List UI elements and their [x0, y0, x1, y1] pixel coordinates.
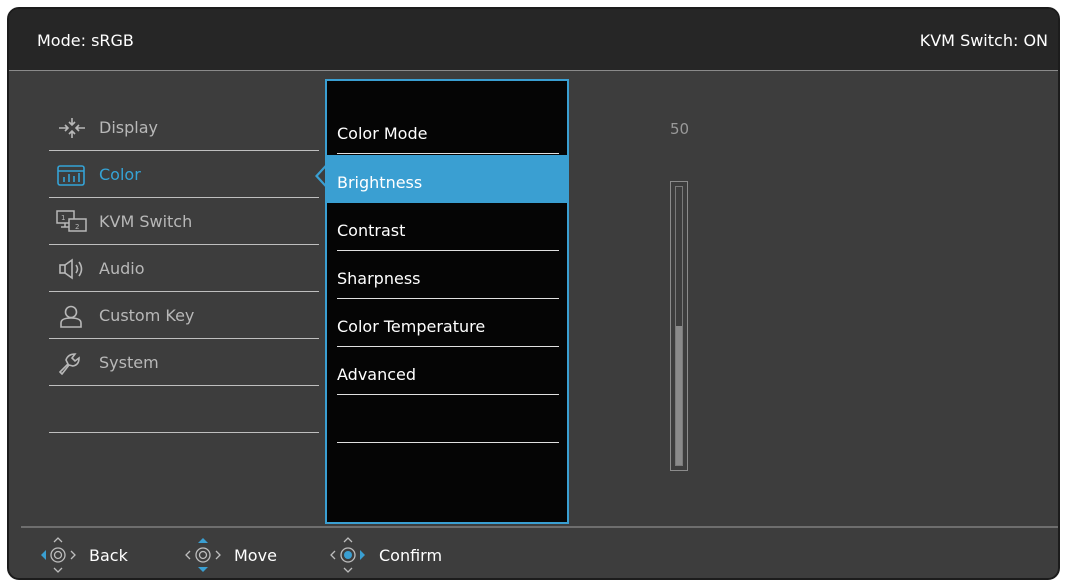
- brightness-value: 50: [670, 120, 690, 138]
- submenu-item-empty: [337, 395, 559, 443]
- submenu-item-color-mode[interactable]: Color Mode: [337, 106, 559, 154]
- confirm-label: Confirm: [379, 546, 443, 565]
- menu-item-display[interactable]: Display: [49, 104, 319, 151]
- system-icon: [55, 351, 89, 376]
- joystick-right-icon: [323, 531, 373, 578]
- menu-item-custom-key[interactable]: Custom Key: [49, 292, 319, 339]
- joystick-left-icon: [33, 531, 83, 578]
- menu-item-label: KVM Switch: [99, 212, 193, 231]
- menu-item-label: Color: [99, 165, 141, 184]
- menu-item-audio[interactable]: Audio: [49, 245, 319, 292]
- menu-item-system[interactable]: System: [49, 339, 319, 386]
- submenu-item-label: Color Mode: [337, 124, 428, 143]
- audio-icon: [55, 257, 89, 281]
- color-mode-indicator: Mode: sRGB: [37, 31, 134, 50]
- move-label: Move: [234, 546, 277, 565]
- color-icon: [55, 163, 89, 187]
- submenu-item-contrast[interactable]: Contrast: [337, 203, 559, 251]
- joystick-up-down-icon: [178, 531, 228, 578]
- back-label: Back: [89, 546, 128, 565]
- color-submenu: Color Mode Brightness Contrast Sharpness…: [325, 79, 569, 524]
- menu-item-label: Custom Key: [99, 306, 195, 325]
- submenu-item-label: Advanced: [337, 365, 417, 384]
- kvm-switch-status: KVM Switch: ON: [919, 31, 1048, 50]
- submenu-item-brightness[interactable]: Brightness: [325, 155, 569, 203]
- navigation-hints: Back Move Confirm: [9, 531, 1058, 578]
- kvm-switch-icon: 1 2: [55, 210, 89, 234]
- display-icon: [55, 116, 89, 140]
- slider-fill: [676, 326, 682, 465]
- custom-key-icon: [55, 304, 89, 328]
- menu-item-color[interactable]: Color: [49, 151, 319, 198]
- menu-item-label: Display: [99, 118, 158, 137]
- slider-track: [675, 186, 683, 466]
- svg-text:2: 2: [75, 223, 79, 231]
- menu-item-label: System: [99, 353, 159, 372]
- submenu-item-color-temperature[interactable]: Color Temperature: [337, 299, 559, 347]
- menu-item-label: Audio: [99, 259, 145, 278]
- footer-divider: [21, 526, 1058, 528]
- submenu-item-label: Color Temperature: [337, 317, 486, 336]
- submenu-item-advanced[interactable]: Advanced: [337, 347, 559, 395]
- menu-item-kvm-switch[interactable]: 1 2 KVM Switch: [49, 198, 319, 245]
- svg-text:1: 1: [61, 214, 65, 222]
- submenu-item-label: Sharpness: [337, 269, 421, 288]
- menu-item-empty: [49, 386, 319, 433]
- submenu-item-label: Brightness: [337, 173, 423, 192]
- submenu-item-label: Contrast: [337, 221, 406, 240]
- brightness-slider[interactable]: [670, 181, 688, 471]
- status-bar: Mode: sRGB KVM Switch: ON: [9, 9, 1058, 71]
- submenu-item-sharpness[interactable]: Sharpness: [337, 251, 559, 299]
- osd-menu-window: Mode: sRGB KVM Switch: ON Display Color …: [7, 7, 1060, 580]
